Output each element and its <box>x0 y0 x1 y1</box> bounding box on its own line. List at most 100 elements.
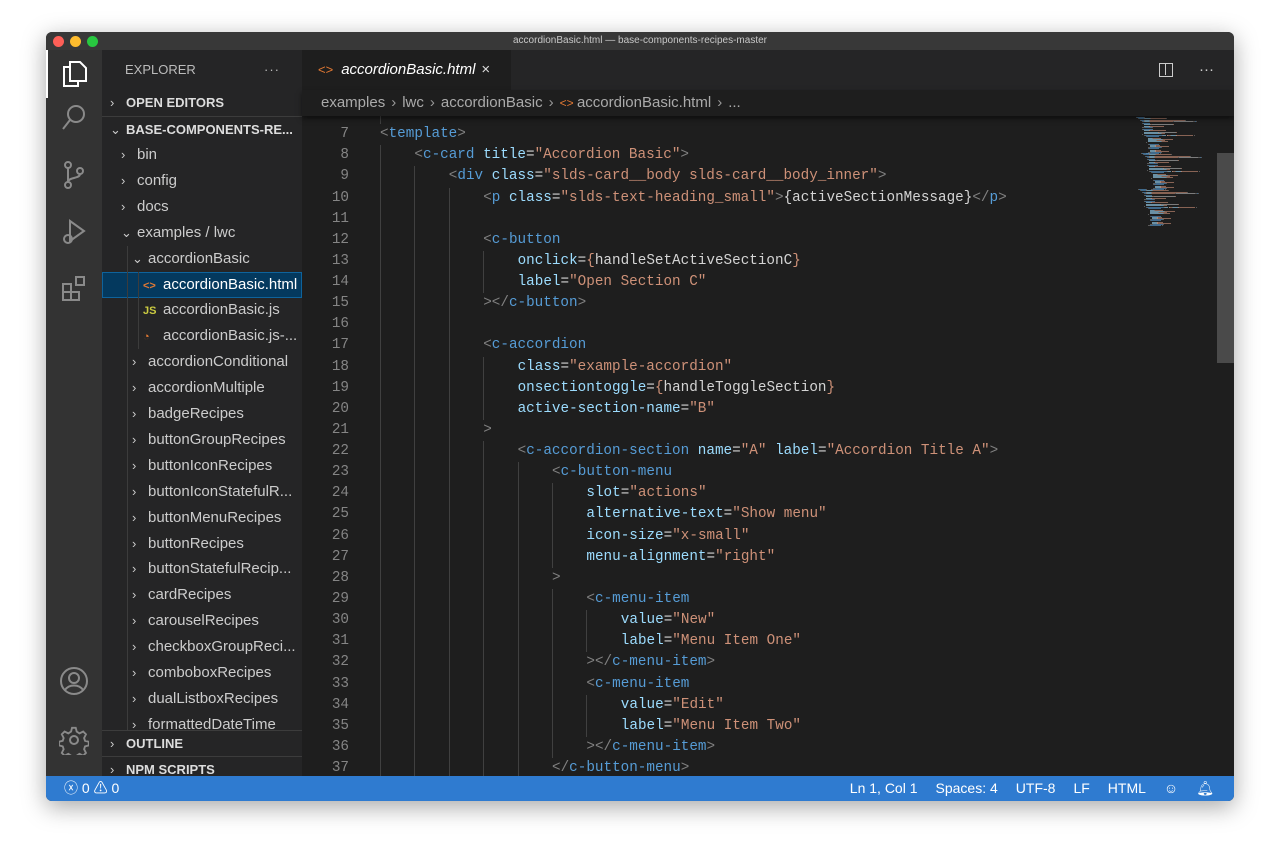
indent-guide <box>448 525 450 547</box>
tree-item[interactable]: › buttonIconStatefulR... <box>102 478 302 505</box>
close-tab-icon[interactable]: × <box>481 61 490 78</box>
minimap-mark <box>1153 198 1155 200</box>
breadcrumb-item[interactable]: lwc <box>402 94 424 111</box>
more-actions-icon[interactable]: ··· <box>1199 61 1214 78</box>
section-label: BASE-COMPONENTS-RE... <box>126 122 293 137</box>
chevron-right-icon: › <box>121 147 126 162</box>
minimap-mark <box>1165 183 1167 185</box>
breadcrumb-item[interactable]: ... <box>728 94 741 111</box>
tree-item[interactable]: › buttonIconRecipes <box>102 452 302 479</box>
search-icon[interactable] <box>46 94 102 142</box>
encoding[interactable]: UTF-8 <box>1016 776 1056 801</box>
breadcrumb-item[interactable]: examples <box>321 94 385 111</box>
indent-guide <box>483 694 485 716</box>
minimap[interactable] <box>1134 116 1217 236</box>
code-text: <c-card title="Accordion Basic"> <box>414 147 690 164</box>
problems-indicator[interactable]: ⓧ 0 ⚠ 0 <box>64 776 119 801</box>
tree-item[interactable]: › checkboxGroupReci... <box>102 634 302 661</box>
indent-guide <box>483 398 485 420</box>
breadcrumb-item[interactable]: accordionBasic <box>441 94 543 111</box>
files-icon[interactable] <box>46 50 102 98</box>
code-line: 33 <c-menu-item <box>302 673 1134 695</box>
chevron-right-icon: › <box>121 172 126 188</box>
indent-guide <box>517 462 519 484</box>
tree-item[interactable]: ⌄ examples / lwc <box>102 220 302 246</box>
account-icon[interactable] <box>46 657 102 705</box>
indent-guide <box>483 504 485 526</box>
split-editor-icon[interactable] <box>1158 63 1173 78</box>
code-line: 28 > <box>302 567 1134 589</box>
indentation[interactable]: Spaces: 4 <box>936 776 998 801</box>
code-line: 15 ></c-button> <box>302 293 1134 315</box>
extensions-icon[interactable] <box>46 264 102 312</box>
explorer-title: EXPLORER <box>125 62 196 77</box>
indent-guide <box>448 715 450 737</box>
indent-guide <box>414 187 416 209</box>
close-window-button[interactable] <box>53 36 64 47</box>
run-debug-icon[interactable] <box>46 208 102 256</box>
section-label: OPEN EDITORS <box>126 95 225 110</box>
line-number: 26 <box>331 527 349 544</box>
tree-item-label: docs <box>137 197 169 215</box>
source-control-icon[interactable] <box>46 151 102 199</box>
zoom-window-button[interactable] <box>87 36 98 47</box>
code-line: 22 <c-accordion-section name="A" label="A… <box>302 441 1134 463</box>
tree-item[interactable]: › accordionMultiple <box>102 375 302 402</box>
language-mode[interactable]: HTML <box>1108 776 1146 801</box>
tree-item[interactable]: › buttonGroupRecipes <box>102 426 302 453</box>
vscode-window: accordionBasic.html — base-components-re… <box>46 32 1234 801</box>
bell-icon[interactable]: 🔔︎ <box>1196 776 1214 801</box>
tab-accordionbasic-html[interactable]: <> accordionBasic.html × <box>302 50 511 90</box>
code-editor[interactable]: 6 7 <template> 8 <c-card title="Accordion Ba… <box>302 116 1134 776</box>
breadcrumb-item[interactable]: accordionBasic.html <box>577 94 711 111</box>
indent-guide <box>483 610 485 632</box>
minimap-mark <box>1167 168 1170 170</box>
tree-item[interactable]: › buttonStatefulRecip... <box>102 556 302 583</box>
vertical-scrollbar-thumb[interactable] <box>1217 153 1234 363</box>
indent-guide <box>414 483 416 505</box>
tree-item[interactable]: › accordionConditional <box>102 349 302 376</box>
indent-guide <box>414 631 416 653</box>
indent-guide <box>483 588 485 611</box>
tree-item[interactable]: › config <box>102 168 302 194</box>
code-line: 14 label="Open Section C" <box>302 272 1134 294</box>
minimize-window-button[interactable] <box>70 36 81 47</box>
tree-item[interactable]: <> accordionBasic.html <box>102 271 302 298</box>
end-of-line[interactable]: LF <box>1073 776 1089 801</box>
tree-item[interactable]: ⌄ accordionBasic <box>102 245 302 272</box>
indent-guide <box>380 546 381 568</box>
tree-item[interactable]: › dualListboxRecipes <box>102 685 302 712</box>
tree-item[interactable]: ◔ accordionBasic.js-... <box>102 323 302 350</box>
code-line: 17 <c-accordion <box>302 335 1134 357</box>
tree-item[interactable]: › bin <box>102 142 302 168</box>
tree-item[interactable]: › cardRecipes <box>102 582 302 609</box>
minimap-mark <box>1153 177 1166 179</box>
indent-guide <box>448 694 450 716</box>
gear-icon[interactable] <box>46 716 102 764</box>
code-text: <template> <box>380 126 466 143</box>
tree-item[interactable]: › buttonMenuRecipes <box>102 504 302 531</box>
open-editors-section[interactable]: › OPEN EDITORS <box>102 90 302 116</box>
line-number: 16 <box>331 316 349 333</box>
more-actions-button[interactable]: ··· <box>264 50 280 90</box>
indent-guide <box>552 736 553 759</box>
indent-guide <box>414 610 416 632</box>
indent-guide <box>483 715 485 737</box>
tree-item[interactable]: › docs <box>102 194 302 220</box>
npm-scripts-section[interactable]: › NPM SCRIPTS <box>102 756 302 776</box>
code-line: 20 active-section-name="B" <box>302 398 1134 420</box>
tree-item[interactable]: › buttonRecipes <box>102 530 302 557</box>
outline-section[interactable]: › OUTLINE <box>102 730 302 757</box>
chevron-right-icon: › <box>110 762 115 776</box>
tree-item-label: accordionMultiple <box>148 379 265 397</box>
cursor-position[interactable]: Ln 1, Col 1 <box>850 776 918 801</box>
tree-item[interactable]: › comboboxRecipes <box>102 660 302 686</box>
code-line: 25 alternative-text="Show menu" <box>302 504 1134 526</box>
code-text: <c-button <box>483 231 561 248</box>
workspace-root-section[interactable]: ⌄ BASE-COMPONENTS-RE... <box>102 116 302 142</box>
indent-guide <box>483 441 485 463</box>
tree-item[interactable]: JS accordionBasic.js <box>102 297 302 324</box>
feedback-icon[interactable]: ☺ <box>1164 776 1178 801</box>
tree-item[interactable]: › carouselRecipes <box>102 608 302 635</box>
tree-item[interactable]: › badgeRecipes <box>102 401 302 427</box>
